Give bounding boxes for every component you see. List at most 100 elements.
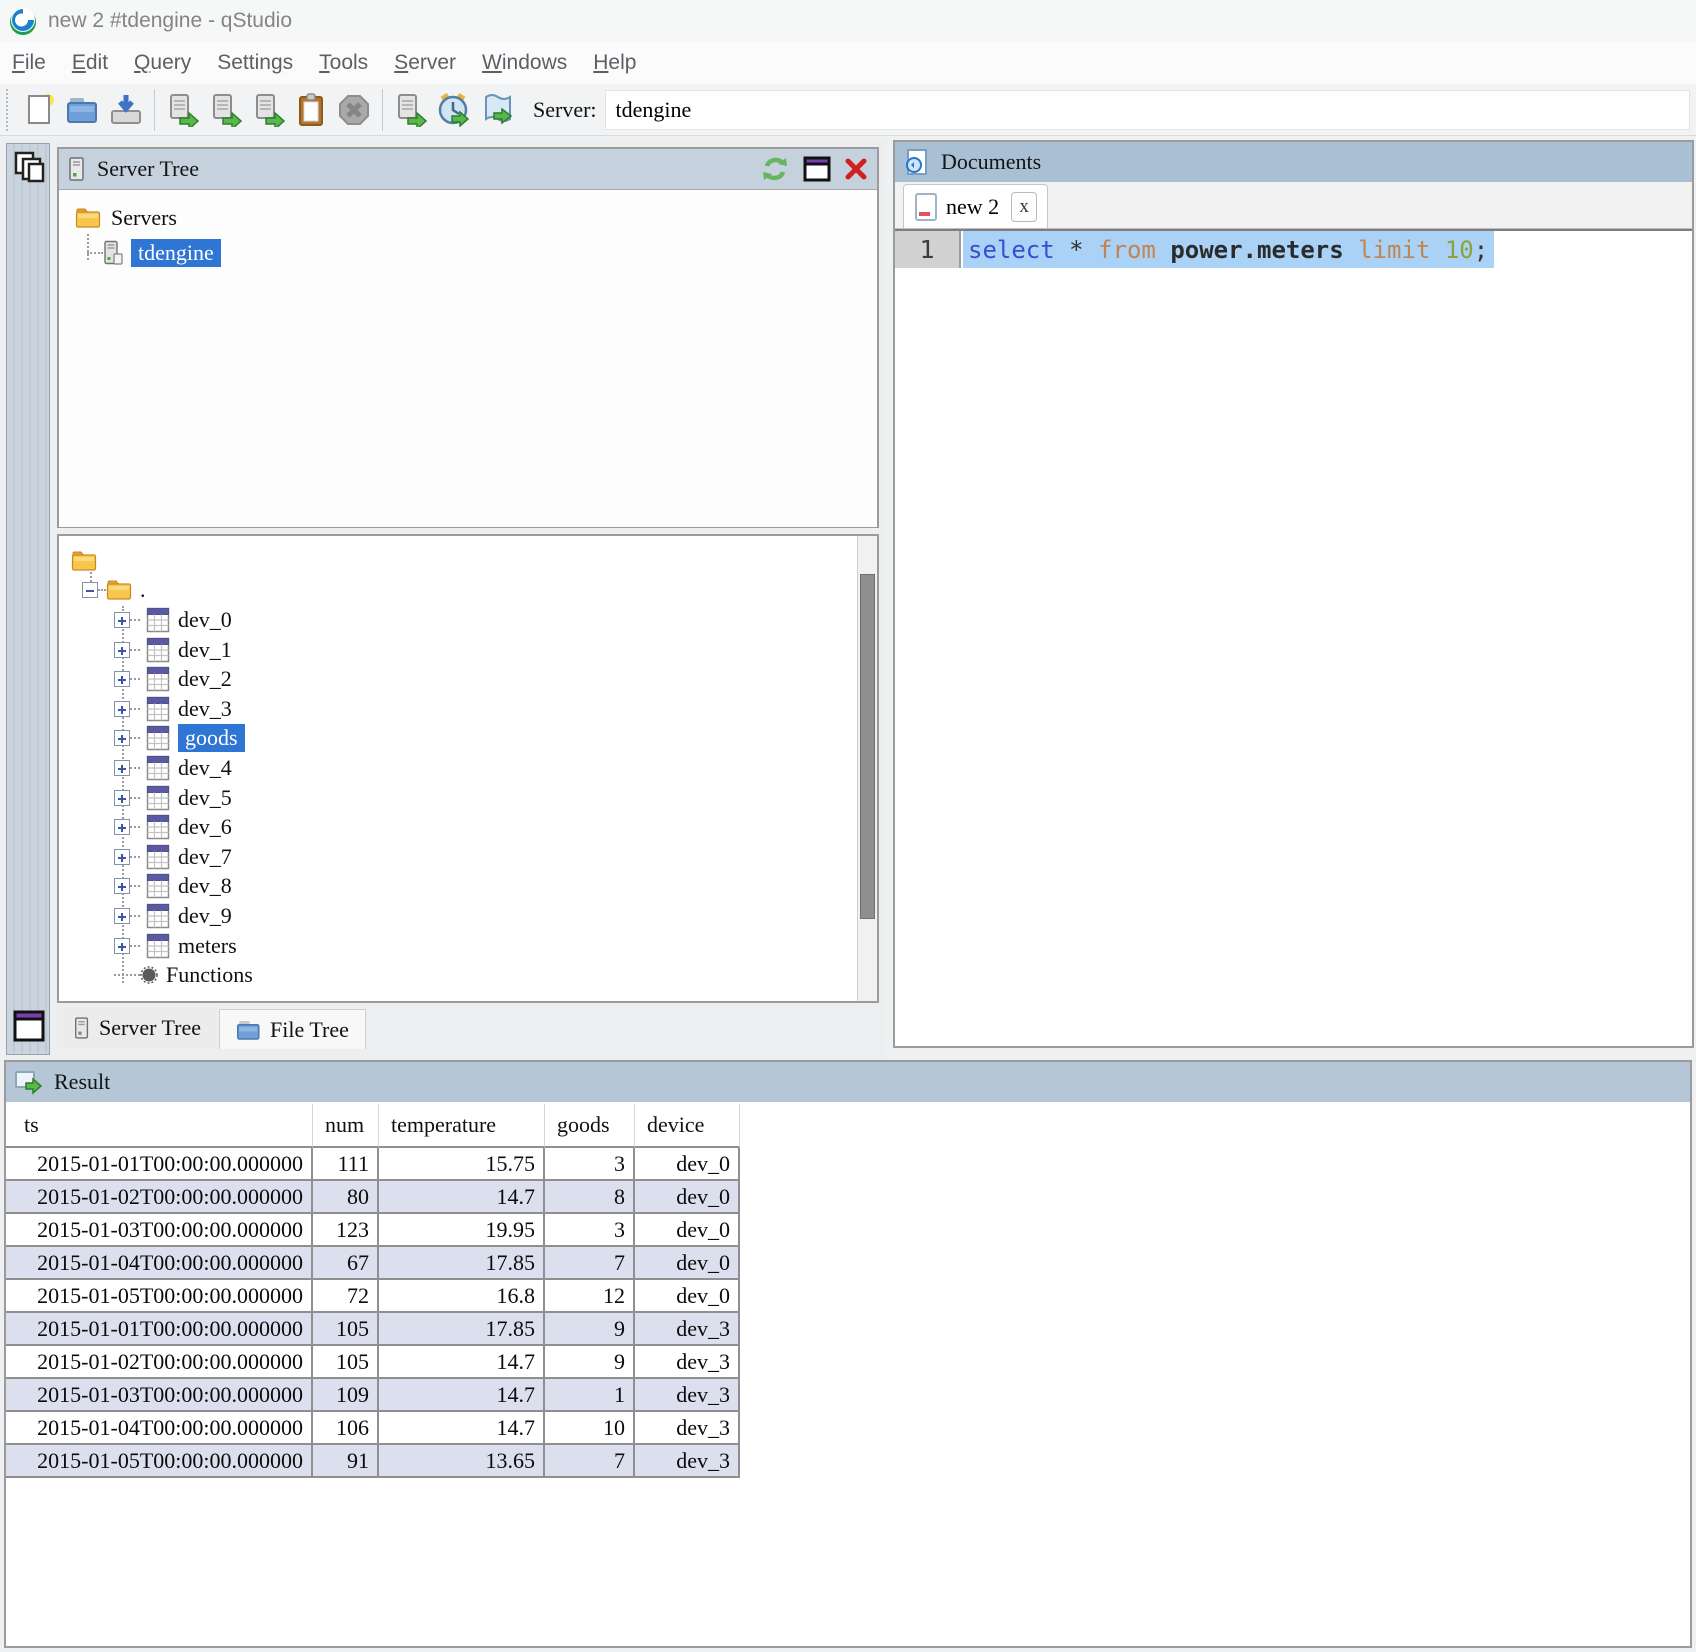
cell-temperature[interactable]: 17.85 <box>379 1313 545 1346</box>
execute-selection-icon[interactable] <box>250 91 286 129</box>
expand-icon[interactable] <box>114 730 130 746</box>
new-file-icon[interactable] <box>22 91 58 129</box>
tree-item-dev_5[interactable]: dev_5 <box>59 783 877 813</box>
tree-item-dev_4[interactable]: dev_4 <box>59 753 877 783</box>
open-file-icon[interactable] <box>65 91 101 129</box>
column-header-ts[interactable]: ts <box>6 1104 313 1148</box>
cell-ts[interactable]: 2015-01-01T00:00:00.000000 <box>6 1148 313 1181</box>
cell-goods[interactable]: 3 <box>545 1214 635 1247</box>
result-row[interactable]: 2015-01-05T00:00:00.0000007216.812dev_0 <box>6 1280 740 1313</box>
result-row[interactable]: 2015-01-01T00:00:00.00000011115.753dev_0 <box>6 1148 740 1181</box>
tree-item-goods[interactable]: goods <box>59 724 877 754</box>
cell-temperature[interactable]: 19.95 <box>379 1214 545 1247</box>
result-row[interactable]: 2015-01-02T00:00:00.0000008014.78dev_0 <box>6 1181 740 1214</box>
tree-item-dev_9[interactable]: dev_9 <box>59 901 877 931</box>
paste-icon[interactable] <box>293 91 329 129</box>
tree-item-dev_0[interactable]: dev_0 <box>59 605 877 635</box>
cell-num[interactable]: 72 <box>313 1280 379 1313</box>
cell-goods[interactable]: 3 <box>545 1148 635 1181</box>
maximize-icon[interactable] <box>803 156 831 182</box>
tree-item-servers[interactable]: Servers <box>59 202 877 233</box>
expand-icon[interactable] <box>114 642 130 658</box>
expand-icon[interactable] <box>114 849 130 865</box>
expand-icon[interactable] <box>114 701 130 717</box>
cell-goods[interactable]: 9 <box>545 1346 635 1379</box>
expand-icon[interactable] <box>114 790 130 806</box>
send-query-icon[interactable] <box>392 91 428 129</box>
cell-ts[interactable]: 2015-01-03T00:00:00.000000 <box>6 1379 313 1412</box>
menu-server[interactable]: Server <box>394 51 456 75</box>
refresh-query-icon[interactable] <box>435 91 471 129</box>
cell-goods[interactable]: 8 <box>545 1181 635 1214</box>
cell-temperature[interactable]: 17.85 <box>379 1247 545 1280</box>
collapse-icon[interactable] <box>82 582 98 598</box>
cell-temperature[interactable]: 14.7 <box>379 1379 545 1412</box>
tree-root-folder[interactable] <box>59 546 877 576</box>
window-restore-icon[interactable] <box>12 1009 46 1048</box>
cell-goods[interactable]: 7 <box>545 1445 635 1478</box>
server-combo[interactable]: tdengine <box>605 90 1690 130</box>
cell-device[interactable]: dev_3 <box>635 1379 740 1412</box>
tree-item-dev_6[interactable]: dev_6 <box>59 812 877 842</box>
cell-num[interactable]: 109 <box>313 1379 379 1412</box>
column-header-device[interactable]: device <box>635 1104 740 1148</box>
cell-device[interactable]: dev_3 <box>635 1412 740 1445</box>
tree-item-functions[interactable]: Functions <box>59 960 877 990</box>
cell-temperature[interactable]: 14.7 <box>379 1181 545 1214</box>
column-header-temperature[interactable]: temperature <box>379 1104 545 1148</box>
tree-scrollbar[interactable] <box>857 536 877 1001</box>
cell-ts[interactable]: 2015-01-05T00:00:00.000000 <box>6 1280 313 1313</box>
cell-num[interactable]: 123 <box>313 1214 379 1247</box>
cell-num[interactable]: 91 <box>313 1445 379 1478</box>
cell-device[interactable]: dev_0 <box>635 1181 740 1214</box>
result-row[interactable]: 2015-01-03T00:00:00.00000012319.953dev_0 <box>6 1214 740 1247</box>
expand-icon[interactable] <box>114 671 130 687</box>
cell-goods[interactable]: 1 <box>545 1379 635 1412</box>
tree-item-dev_8[interactable]: dev_8 <box>59 872 877 902</box>
menu-windows[interactable]: Windows <box>482 51 567 75</box>
cell-device[interactable]: dev_3 <box>635 1313 740 1346</box>
tree-item-dev_1[interactable]: dev_1 <box>59 635 877 665</box>
tab-new-2[interactable]: new 2 x <box>903 184 1048 228</box>
tree-item-tdengine[interactable]: tdengine <box>59 237 877 268</box>
tab-close-button[interactable]: x <box>1011 192 1037 222</box>
tree-item-dev_3[interactable]: dev_3 <box>59 694 877 724</box>
expand-icon[interactable] <box>114 760 130 776</box>
execute-line-icon[interactable] <box>207 91 243 129</box>
save-icon[interactable] <box>108 91 144 129</box>
cell-device[interactable]: dev_0 <box>635 1280 740 1313</box>
expand-icon[interactable] <box>114 819 130 835</box>
cell-num[interactable]: 105 <box>313 1313 379 1346</box>
sql-editor[interactable]: 1 select * from power.meters limit 10; <box>895 229 1692 1042</box>
column-header-num[interactable]: num <box>313 1104 379 1148</box>
cell-ts[interactable]: 2015-01-03T00:00:00.000000 <box>6 1214 313 1247</box>
expand-icon[interactable] <box>114 878 130 894</box>
cell-temperature[interactable]: 15.75 <box>379 1148 545 1181</box>
result-row[interactable]: 2015-01-03T00:00:00.00000010914.71dev_3 <box>6 1379 740 1412</box>
export-result-icon[interactable] <box>478 91 514 129</box>
expand-icon[interactable] <box>114 612 130 628</box>
menu-help[interactable]: Help <box>593 51 636 75</box>
cell-device[interactable]: dev_0 <box>635 1214 740 1247</box>
cell-temperature[interactable]: 14.7 <box>379 1346 545 1379</box>
toolbar-grip[interactable] <box>6 89 12 131</box>
cell-device[interactable]: dev_0 <box>635 1148 740 1181</box>
cell-temperature[interactable]: 13.65 <box>379 1445 545 1478</box>
tree-item-dev_2[interactable]: dev_2 <box>59 664 877 694</box>
result-row[interactable]: 2015-01-01T00:00:00.00000010517.859dev_3 <box>6 1313 740 1346</box>
cell-goods[interactable]: 7 <box>545 1247 635 1280</box>
cell-num[interactable]: 105 <box>313 1346 379 1379</box>
execute-query-icon[interactable] <box>164 91 200 129</box>
cell-device[interactable]: dev_3 <box>635 1346 740 1379</box>
menu-edit[interactable]: Edit <box>72 51 108 75</box>
cell-num[interactable]: 67 <box>313 1247 379 1280</box>
cell-temperature[interactable]: 16.8 <box>379 1280 545 1313</box>
cell-ts[interactable]: 2015-01-04T00:00:00.000000 <box>6 1412 313 1445</box>
cell-ts[interactable]: 2015-01-04T00:00:00.000000 <box>6 1247 313 1280</box>
tab-server-tree[interactable]: Server Tree <box>57 1007 217 1049</box>
cell-num[interactable]: 106 <box>313 1412 379 1445</box>
cell-ts[interactable]: 2015-01-02T00:00:00.000000 <box>6 1346 313 1379</box>
cell-device[interactable]: dev_0 <box>635 1247 740 1280</box>
refresh-icon[interactable] <box>759 154 791 184</box>
tab-file-tree[interactable]: File Tree <box>219 1009 366 1049</box>
